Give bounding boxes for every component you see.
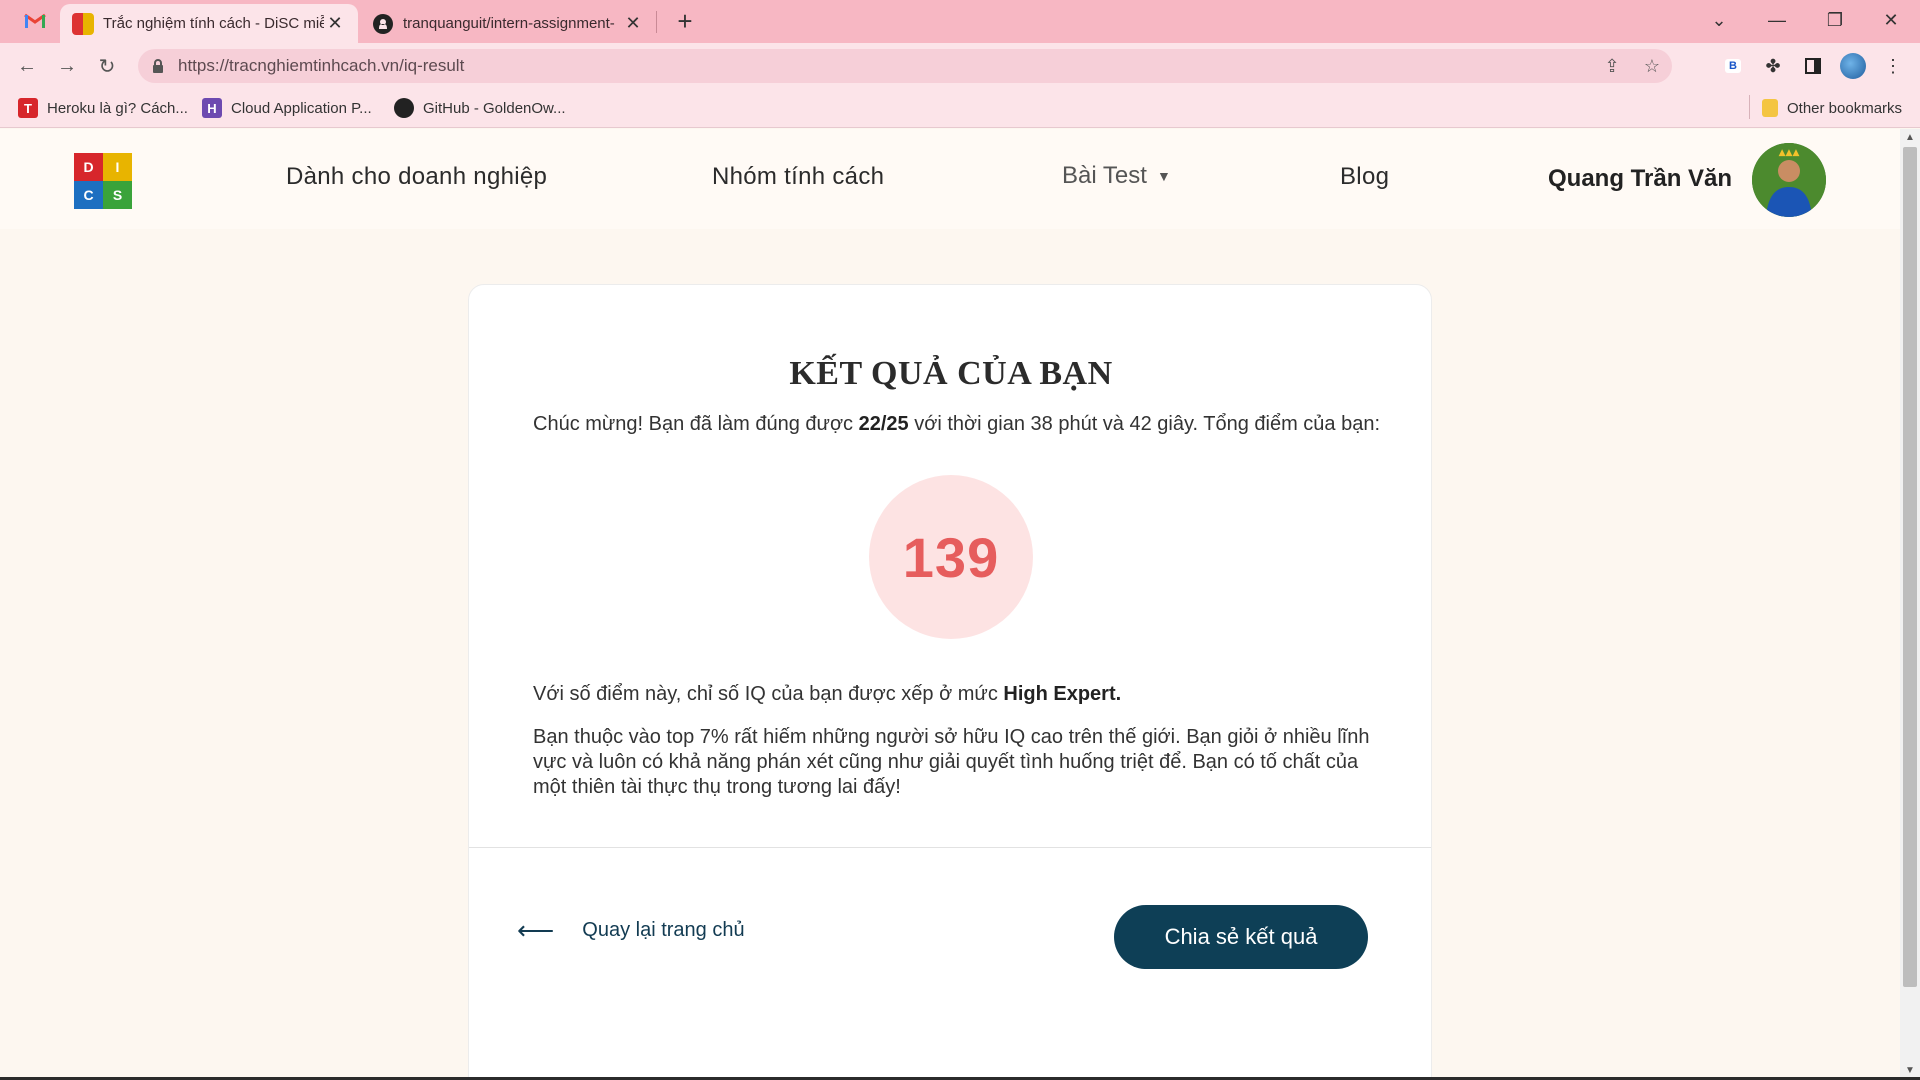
- back-home-link[interactable]: ⟵ Quay lại trang chủ: [517, 915, 745, 946]
- forward-button[interactable]: →: [50, 49, 84, 83]
- side-panel-icon[interactable]: [1798, 51, 1828, 81]
- lock-icon[interactable]: [138, 59, 178, 73]
- bookmark-heroku[interactable]: T Heroku là gì? Cách...: [18, 96, 188, 120]
- new-tab-button[interactable]: +: [670, 6, 700, 36]
- divider: [469, 847, 1431, 848]
- nav-business[interactable]: Dành cho doanh nghiệp: [286, 163, 547, 191]
- other-bookmarks[interactable]: Other bookmarks: [1762, 96, 1902, 120]
- arrow-left-icon: ⟵: [517, 915, 555, 945]
- tab-disc-test[interactable]: Trắc nghiệm tính cách - DiSC miễ ✕: [60, 4, 358, 43]
- share-page-icon[interactable]: ⇪: [1592, 56, 1632, 77]
- bookmark-label: Cloud Application P...: [231, 99, 372, 117]
- close-tab-icon[interactable]: ✕: [324, 13, 346, 34]
- github-icon: [394, 98, 414, 118]
- page-viewport: D I C S Dành cho doanh nghiệp Nhóm tính …: [0, 129, 1900, 1080]
- bookmark-label: GitHub - GoldenOw...: [423, 99, 566, 117]
- tab-search-icon[interactable]: ⌄: [1690, 0, 1748, 40]
- bookmark-label: Heroku là gì? Cách...: [47, 99, 188, 117]
- iq-score: 139: [902, 525, 1000, 589]
- result-summary: Chúc mừng! Bạn đã làm đúng được 22/25 vớ…: [533, 413, 1381, 435]
- chevron-down-icon: ▼: [1156, 168, 1171, 184]
- github-icon: [373, 13, 393, 34]
- iq-level-text: Với số điểm này, chỉ số IQ của bạn được …: [533, 683, 1122, 705]
- extensions-puzzle-icon[interactable]: ✤: [1758, 51, 1788, 81]
- bookmark-cloud-application[interactable]: H Cloud Application P...: [202, 96, 372, 120]
- other-bookmarks-label: Other bookmarks: [1787, 99, 1903, 117]
- share-result-button[interactable]: Chia sẻ kết quả: [1114, 905, 1368, 969]
- bookmarks-bar: T Heroku là gì? Cách... H Cloud Applicat…: [0, 88, 1920, 128]
- page-title: KẾT QUẢ CỦA BẠN: [789, 355, 1113, 392]
- disc-logo-icon: [72, 12, 94, 35]
- back-home-label: Quay lại trang chủ: [582, 919, 745, 941]
- minimize-button[interactable]: —: [1748, 0, 1806, 40]
- url-text[interactable]: https://tracnghiemtinhcach.vn/iq-result: [178, 56, 1592, 76]
- nav-blog[interactable]: Blog: [1340, 163, 1389, 191]
- result-card: KẾT QUẢ CỦA BẠN Chúc mừng! Bạn đã làm đú…: [468, 284, 1432, 1080]
- nav-tests-dropdown[interactable]: Bài Test ▼: [1062, 162, 1171, 190]
- site-logo[interactable]: D I C S: [74, 153, 132, 209]
- folder-icon: [1762, 99, 1778, 117]
- svg-text:▲▲▲: ▲▲▲: [1779, 148, 1800, 158]
- restore-button[interactable]: ❐: [1806, 0, 1864, 40]
- site-header: D I C S Dành cho doanh nghiệp Nhóm tính …: [0, 129, 1900, 229]
- tab-divider: [656, 11, 657, 33]
- back-button[interactable]: ←: [10, 49, 44, 83]
- scroll-up-arrow-icon[interactable]: ▲: [1900, 129, 1920, 147]
- iq-level: High Expert.: [1003, 683, 1122, 705]
- browser-toolbar: ← → ↻ https://tracnghiemtinhcach.vn/iq-r…: [0, 43, 1920, 88]
- score-badge: 139: [869, 475, 1033, 639]
- heroku-h-icon: H: [202, 98, 222, 118]
- bookmarks-divider: [1749, 95, 1750, 119]
- tab-github[interactable]: tranquanguit/intern-assignment- ✕: [360, 4, 656, 43]
- close-window-button[interactable]: ✕: [1862, 0, 1920, 40]
- extension-b-icon[interactable]: B: [1718, 51, 1748, 81]
- gmail-tab[interactable]: [16, 8, 54, 34]
- browser-menu-icon[interactable]: ⋮: [1878, 51, 1908, 81]
- reload-button[interactable]: ↻: [90, 49, 124, 83]
- browser-tab-bar: Trắc nghiệm tính cách - DiSC miễ ✕ tranq…: [0, 0, 1920, 43]
- tab-title: Trắc nghiệm tính cách - DiSC miễ: [103, 15, 324, 32]
- user-name[interactable]: Quang Trần Văn: [1548, 165, 1732, 193]
- heroku-t-icon: T: [18, 98, 38, 118]
- nav-tests-label: Bài Test: [1062, 162, 1147, 189]
- profile-avatar-icon[interactable]: [1838, 51, 1868, 81]
- nav-personality-groups[interactable]: Nhóm tính cách: [712, 163, 884, 191]
- gmail-icon: [24, 13, 46, 28]
- scrollbar-thumb[interactable]: [1903, 147, 1917, 987]
- iq-description: Bạn thuộc vào top 7% rất hiếm những ngườ…: [533, 726, 1370, 798]
- tab-title: tranquanguit/intern-assignment-: [403, 15, 615, 32]
- bookmark-star-icon[interactable]: ☆: [1632, 56, 1672, 77]
- correct-count: 22/25: [858, 413, 909, 435]
- address-bar[interactable]: https://tracnghiemtinhcach.vn/iq-result …: [138, 49, 1672, 83]
- close-tab-icon[interactable]: ✕: [622, 13, 644, 34]
- bookmark-github[interactable]: GitHub - GoldenOw...: [394, 96, 566, 120]
- page-scrollbar[interactable]: ▲ ▼: [1900, 129, 1920, 1080]
- user-avatar[interactable]: ▲▲▲: [1752, 143, 1826, 217]
